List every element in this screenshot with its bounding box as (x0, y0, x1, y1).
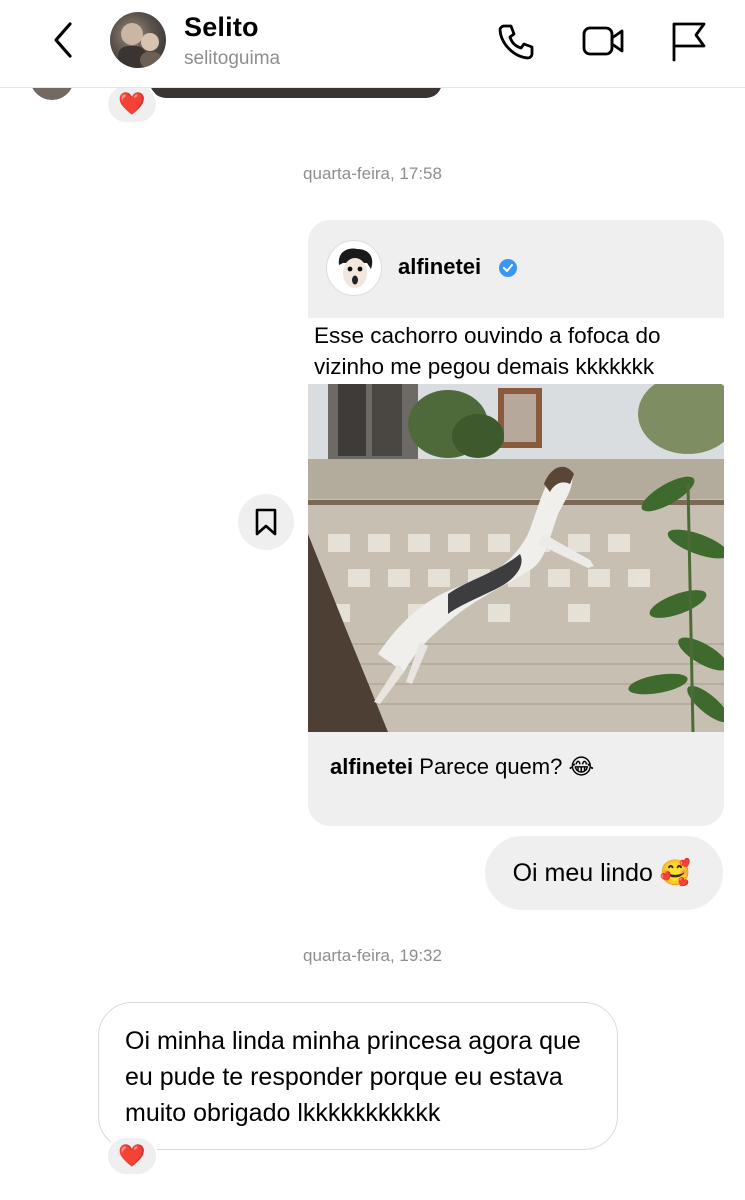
phone-icon[interactable] (494, 18, 540, 64)
post-author-name[interactable]: alfinetei (398, 254, 481, 280)
save-post-button[interactable] (238, 494, 294, 550)
video-call-icon[interactable] (580, 18, 626, 64)
timestamp: quarta-feira, 17:58 (303, 164, 442, 183)
contact-avatar[interactable] (110, 12, 166, 68)
timestamp: quarta-feira, 19:32 (303, 946, 442, 965)
heart-reaction[interactable]: ❤️ (106, 84, 158, 124)
contact-name[interactable]: Selito (184, 12, 259, 43)
post-caption-overlay: Esse cachorro ouvindo a fofoca do vizinh… (308, 318, 724, 384)
shared-post-card[interactable]: alfinetei Esse cachorro ouvindo a fofoca… (308, 220, 724, 826)
incoming-message[interactable]: Oi minha linda minha princesa agora que … (98, 1002, 618, 1150)
post-caption-text: Parece quem? 😂 (419, 754, 595, 779)
post-author-avatar[interactable] (326, 240, 382, 296)
post-caption: alfinetei Parece quem? 😂 (330, 754, 594, 780)
verified-badge-icon (498, 258, 518, 278)
chat-header: Selito selitoguima (0, 0, 745, 88)
shared-post-header[interactable]: alfinetei (308, 220, 724, 316)
back-arrow-icon[interactable] (44, 18, 84, 62)
flag-icon[interactable] (666, 18, 712, 64)
contact-username: selitoguima (184, 48, 281, 69)
outgoing-message[interactable]: Oi meu lindo 🥰 (484, 836, 723, 910)
post-photo[interactable] (308, 384, 724, 732)
heart-reaction[interactable]: ❤️ (106, 1136, 158, 1176)
post-caption-author[interactable]: alfinetei (330, 754, 413, 779)
